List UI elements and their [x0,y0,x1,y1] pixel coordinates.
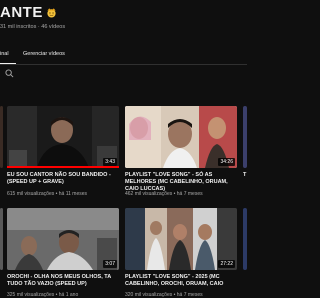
thumbnail-image [7,208,119,270]
video-meta: 320 mil visualizações • há 7 meses [125,292,203,298]
video-title[interactable]: PLAYLIST "LOVE SONG" - SÓ AS MELHORES (M… [125,172,237,193]
video-title[interactable]: PLAYLIST "LOVE SONG" - 2025 (MC CABELINH… [125,274,237,288]
video-meta: 325 mil visualizações • há 1 ano [7,292,79,298]
search-icon[interactable] [5,69,14,78]
video-duration: 3:43 [103,158,117,166]
video-thumbnail-partial-right[interactable] [243,208,247,270]
video-duration: 27:22 [218,260,235,268]
video-meta: 615 mil visualizações • há 11 meses [7,191,88,197]
video-thumbnail-partial-left[interactable] [0,106,3,168]
video-duration: 34:26 [218,158,235,166]
video-thumbnail-partial-right[interactable] [243,106,247,168]
video-thumbnail-partial-left[interactable] [0,208,3,270]
video-thumbnail[interactable]: 3:07 [7,208,119,270]
tab-manage-videos[interactable]: Gerenciar vídeos [23,51,65,57]
tab-initial[interactable]: inal [0,51,9,57]
watch-progress-bar [7,166,119,168]
thumbnail-image [7,106,119,168]
tabs-divider [0,64,247,65]
crown-emoji-icon [47,8,56,18]
channel-title: ANTE [0,4,57,21]
video-title[interactable]: OROCHI - OLHA NOS MEUS OLHOS, TA TUDO TÃ… [7,274,119,288]
video-title[interactable]: EU SOU CANTOR NÃO SOU BANDIDO - (SPEED U… [7,172,119,186]
channel-stats: 31 mil inscritos · 46 vídeos [0,24,66,30]
video-duration: 3:07 [103,260,117,268]
channel-name: ANTE [0,4,43,21]
video-thumbnail[interactable]: 27:22 [125,208,237,270]
video-thumbnail[interactable]: 34:26 [125,106,237,168]
video-meta: 462 mil visualizações • há 7 meses [125,191,203,197]
video-title-partial[interactable]: T [243,172,247,179]
video-thumbnail[interactable]: 3:43 [7,106,119,168]
